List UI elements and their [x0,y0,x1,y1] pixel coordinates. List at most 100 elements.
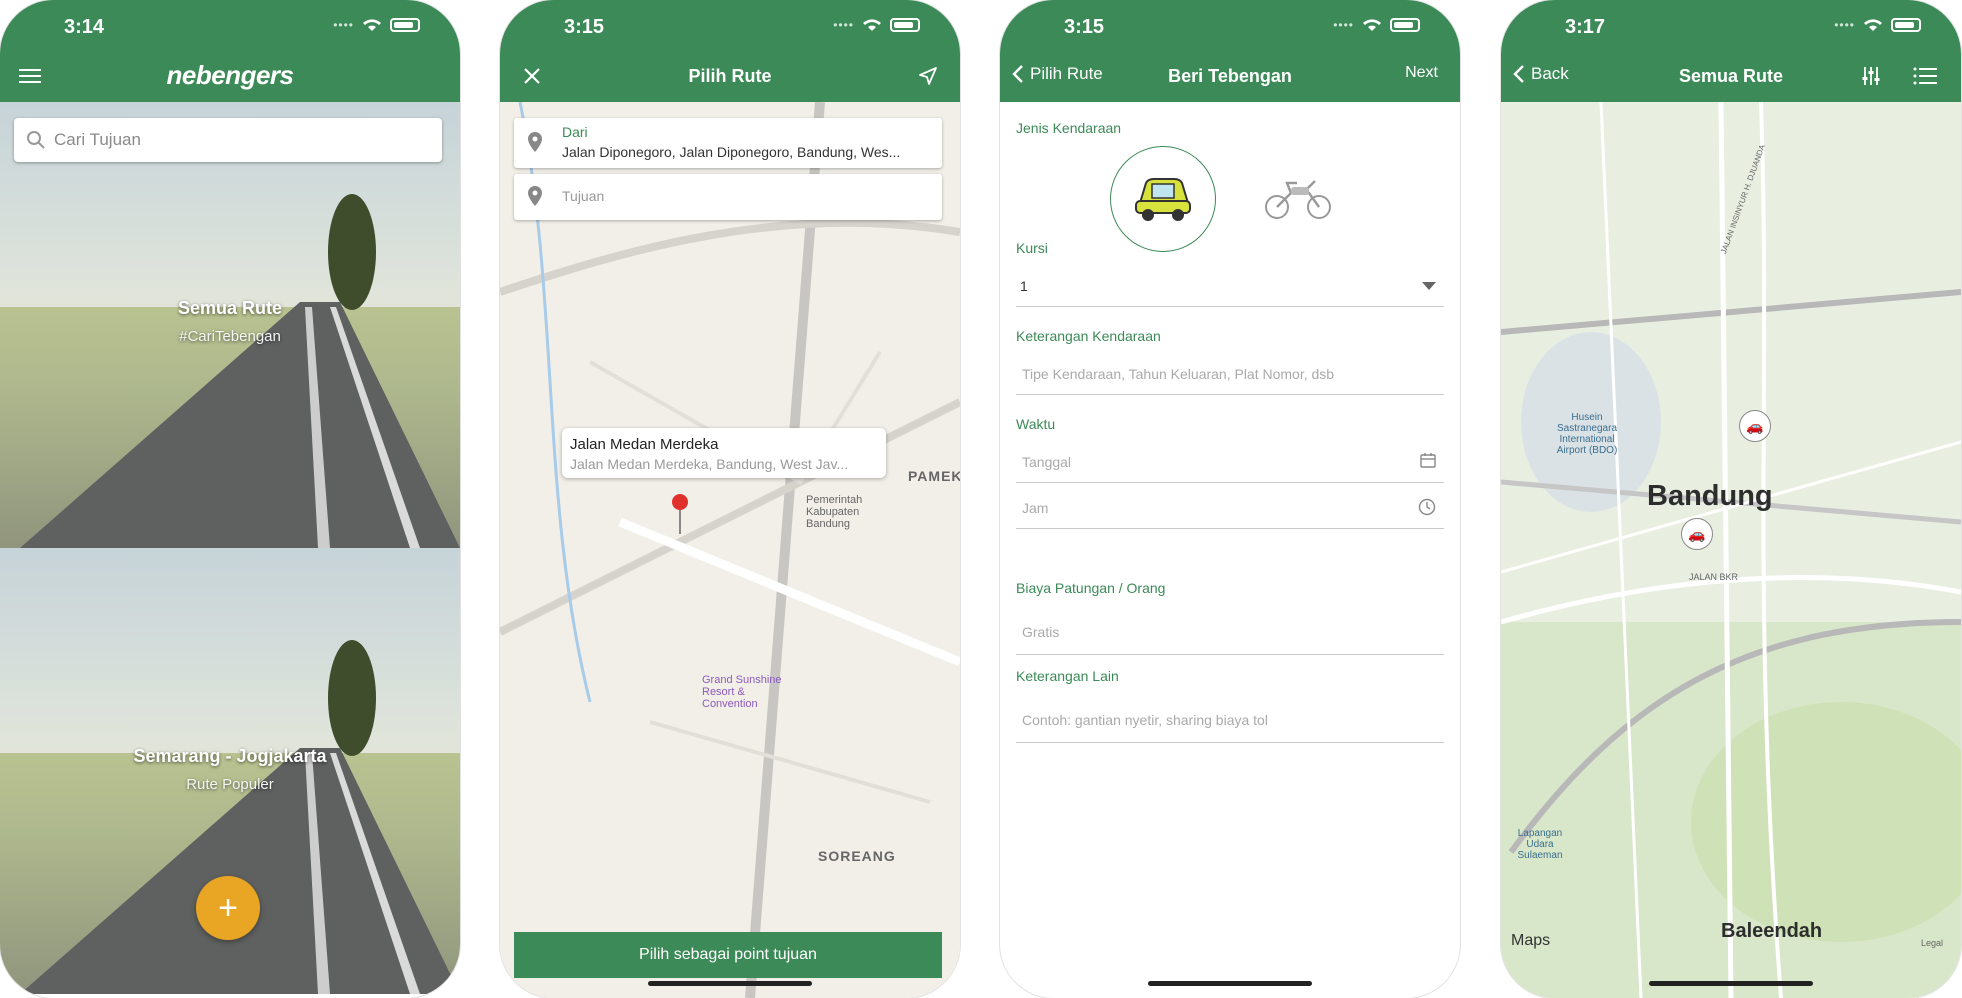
home-indicator [1649,981,1813,986]
battery-icon [1390,18,1420,32]
status-time: 3:17 [1565,16,1606,38]
motorcycle-option[interactable] [1246,146,1350,250]
time-label: Waktu [1016,416,1056,432]
car-icon [1135,178,1191,221]
search-input[interactable]: Cari Tujuan [14,118,442,162]
filter-sliders-icon[interactable] [1857,62,1885,90]
date-field[interactable]: Tanggal [1016,432,1444,483]
card-subtitle: #CariTebengan [179,328,281,345]
location-callout[interactable]: Jalan Medan Merdeka Jalan Medan Merdeka,… [562,428,886,478]
other-info-field[interactable]: Contoh: gantian nyetir, sharing biaya to… [1016,684,1444,743]
location-pin-icon [528,132,542,152]
map-label: Grand Sunshine Resort & Convention [702,674,782,710]
map-view[interactable]: Pemerintah Kabupaten Bandung PAMEK Grand… [500,101,960,998]
map-city-label: Bandung [1647,480,1773,512]
search-icon [27,131,45,149]
map-label: SOREANG [818,848,896,864]
car-marker-icon[interactable]: 🚗 [1739,410,1771,442]
card-title: Semarang - Jogjakarta [133,746,327,766]
status-icons: •••• [1834,18,1921,32]
map-district-label: Baleendah [1721,920,1823,942]
status-icons: •••• [333,18,420,32]
dropdown-caret-icon [1422,282,1436,290]
status-time: 3:15 [1064,16,1105,38]
signal-icon: •••• [1834,18,1855,32]
legal-link[interactable]: Legal [1921,938,1943,948]
add-button[interactable]: + [196,876,260,940]
plus-icon: + [218,889,238,927]
app-header: 3:15 •••• Pilih Rute Beri Tebengan Next [1000,0,1460,102]
signal-icon: •••• [1333,18,1354,32]
callout-title: Jalan Medan Merdeka [570,436,719,453]
app-logo: nebengers [166,60,295,90]
seat-label: Kursi [1016,240,1048,256]
vehicle-info-label: Keterangan Kendaraan [1016,328,1161,344]
home-indicator [1148,981,1312,986]
map-label: Pemerintah Kabupaten Bandung [806,494,863,530]
cost-label: Biaya Patungan / Orang [1016,580,1166,596]
page-title: Beri Tebengan [1168,66,1292,86]
wifi-icon [363,19,381,31]
cost-field[interactable]: Gratis [1016,596,1444,655]
maps-label: Maps [1511,932,1551,949]
destination-field[interactable]: Tujuan [514,174,942,220]
app-header: 3:14 •••• nebengers [0,0,460,102]
battery-icon [890,18,920,32]
callout-subtitle: Jalan Medan Merdeka, Bandung, West Jav..… [570,456,849,472]
origin-label: Dari [562,124,588,140]
car-marker-icon[interactable]: 🚗 [1681,518,1713,550]
card-title: Semua Rute [177,298,283,318]
status-time: 3:15 [564,16,605,38]
vehicle-type-label: Jenis Kendaraan [1016,120,1122,136]
status-icons: •••• [1333,18,1420,32]
phone-semua-rute: Bandung Baleendah Husein Sastranegara In… [1501,0,1961,998]
home-indicator [648,981,812,986]
calendar-icon [1420,453,1436,468]
choose-destination-button[interactable]: Pilih sebagai point tujuan [514,932,942,978]
seat-value: 1 [1020,278,1028,294]
page-title: Pilih Rute [688,66,772,86]
vehicle-info-field[interactable]: Tipe Kendaraan, Tahun Keluaran, Plat Nom… [1016,346,1444,395]
other-info-placeholder: Contoh: gantian nyetir, sharing biaya to… [1022,712,1268,728]
status-icons: •••• [833,18,920,32]
airport-label: Husein Sastranegara International Airpor… [1556,412,1618,456]
phone-pilih-rute: Pemerintah Kabupaten Bandung PAMEK Grand… [500,0,960,998]
wifi-icon [863,19,881,31]
car-option[interactable] [1110,146,1216,252]
map-pin-icon [672,494,688,534]
hour-field[interactable]: Jam [1016,482,1444,529]
battery-icon [1891,18,1921,32]
signal-icon: •••• [833,18,854,32]
card-subtitle: Rute Populer [186,776,274,793]
date-placeholder: Tanggal [1022,454,1072,470]
seat-select[interactable]: 1 [1016,256,1444,307]
map-view[interactable]: Bandung Baleendah Husein Sastranegara In… [1501,102,1961,998]
next-button[interactable]: Next [1405,64,1438,82]
origin-field[interactable]: Dari Jalan Diponegoro, Jalan Diponegoro,… [514,118,942,168]
road-image [20,194,460,548]
clock-icon [1418,498,1436,516]
navigation-arrow-icon[interactable] [914,62,942,90]
wifi-icon [1864,19,1882,31]
page-title: Semua Rute [1678,66,1784,86]
other-info-label: Keterangan Lain [1016,668,1119,684]
hour-placeholder: Jam [1022,500,1049,516]
status-time: 3:14 [64,16,105,38]
list-icon[interactable] [1911,62,1939,90]
search-placeholder: Cari Tujuan [54,130,141,149]
app-header: 3:17 •••• Back Semua Rute [1501,0,1961,102]
card-semua-rute[interactable]: Semua Rute #CariTebengan [0,102,460,548]
phone-home: Semua Rute #CariTebengan Semarang - Jogj… [0,0,460,998]
map-label: PAMEK [908,468,960,484]
wifi-icon [1363,19,1381,31]
destination-placeholder: Tujuan [562,188,605,204]
origin-value: Jalan Diponegoro, Jalan Diponegoro, Band… [562,144,901,160]
signal-icon: •••• [333,18,354,32]
road-label: JALAN BKR [1689,572,1739,582]
phone-beri-tebengan: 3:15 •••• Pilih Rute Beri Tebengan Next … [1000,0,1460,998]
motorcycle-icon [1265,180,1331,219]
airfield-label: Lapangan Udara Sulaeman [1517,828,1563,861]
app-header: 3:15 •••• Pilih Rute [500,0,960,102]
cost-placeholder: Gratis [1022,624,1060,640]
battery-icon [390,18,420,32]
